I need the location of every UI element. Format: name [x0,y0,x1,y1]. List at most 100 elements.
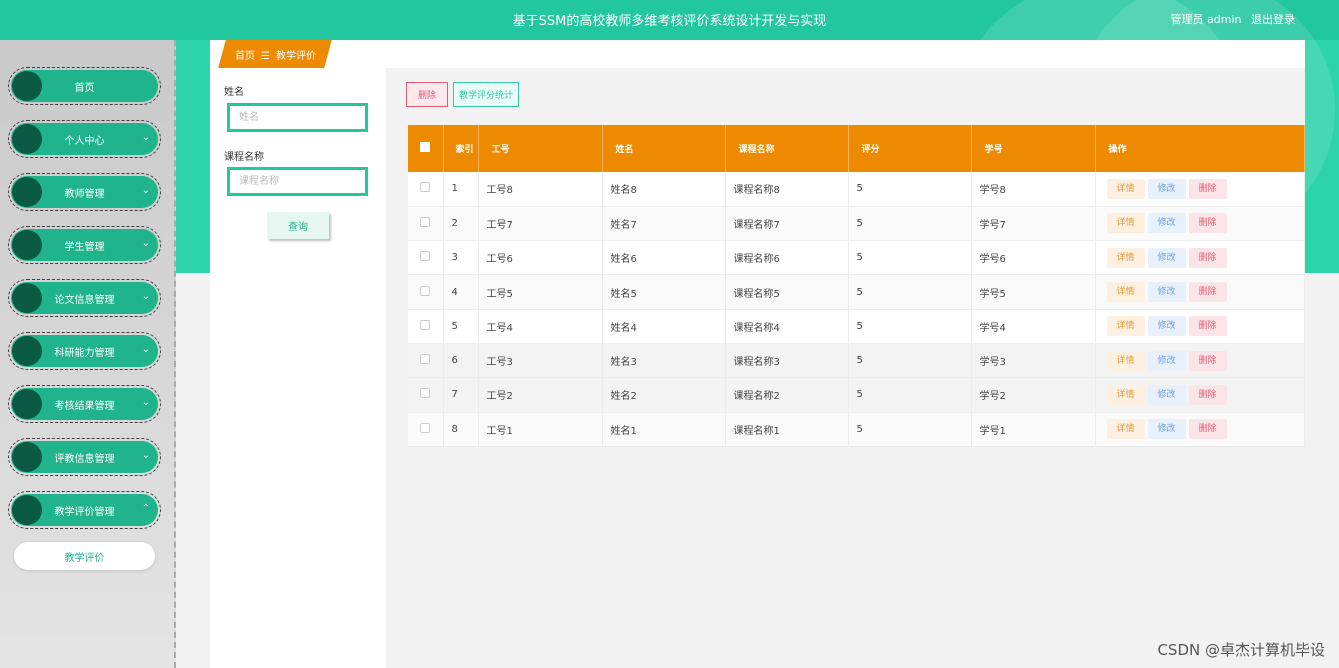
sidebar-item-label: 论文信息管理 [54,294,115,306]
delete-button[interactable]: 删除 [1188,282,1227,303]
search-panel: 姓名 课程名称 查询 [210,68,386,668]
breadcrumb-text: 首页 ☰ 教学评价 [235,47,316,62]
cell-job-no: 工号6 [478,240,603,276]
row-checkbox[interactable] [420,422,431,433]
edit-button[interactable]: 修改 [1147,282,1186,303]
cell-name: 姓名4 [602,309,726,344]
watermark: CSDN @卓杰计算机毕设 [1157,641,1325,659]
detail-button[interactable]: 详情 [1106,247,1145,268]
delete-button[interactable]: 删除 [1188,178,1227,199]
row-checkbox-cell[interactable] [408,274,444,310]
cell-score: 5 [848,206,972,242]
sidebar-subitem-teaching-evaluation[interactable]: 教学评价 [14,542,155,570]
row-checkbox-cell[interactable] [408,172,444,207]
sidebar-item-pill[interactable]: 首页 [11,70,158,102]
cell-index: 3 [443,240,479,276]
edit-button[interactable]: 修改 [1147,419,1186,440]
sidebar-item-pill[interactable]: 科研能力管理 ⌄ [11,335,158,367]
sidebar-item-7[interactable]: 评教信息管理 ⌄ [8,438,161,476]
cell-index: 7 [443,377,479,413]
sidebar-item-pill[interactable]: 教师管理 ⌄ [11,176,158,208]
sidebar-item-2[interactable]: 教师管理 ⌄ [8,173,161,211]
select-all-checkbox[interactable] [408,125,444,172]
detail-button[interactable]: 详情 [1106,419,1145,440]
sidebar-bullet-icon [12,124,42,154]
cell-actions: 详情 修改 删除 [1095,343,1305,379]
cell-score: 5 [848,274,972,310]
col-name: 姓名 [602,125,726,172]
row-checkbox[interactable] [420,182,431,193]
delete-button[interactable]: 删除 [1188,316,1227,337]
sidebar-item-label: 教学评价管理 [54,506,115,518]
cell-actions: 详情 修改 删除 [1095,309,1305,344]
edit-button[interactable]: 修改 [1147,350,1186,371]
cell-score: 5 [848,172,972,207]
detail-button[interactable]: 详情 [1106,282,1145,303]
cell-course: 课程名称8 [725,172,849,207]
batch-delete-button[interactable]: 删除 [406,82,448,107]
sidebar-item-pill[interactable]: 个人中心 ⌄ [11,123,158,155]
sidebar-item-5[interactable]: 科研能力管理 ⌄ [8,332,161,370]
detail-button[interactable]: 详情 [1106,350,1145,371]
detail-button[interactable]: 详情 [1106,384,1145,405]
sidebar-item-label: 教师管理 [64,188,105,200]
name-input[interactable] [227,103,368,132]
edit-button[interactable]: 修改 [1147,316,1186,337]
row-checkbox-cell[interactable] [408,309,444,344]
sidebar-item-pill[interactable]: 学生管理 ⌄ [11,229,158,261]
row-checkbox[interactable] [420,251,431,262]
edit-button[interactable]: 修改 [1147,384,1186,405]
sidebar-item-label: 学生管理 [64,241,105,253]
row-checkbox[interactable] [420,216,431,227]
edit-button[interactable]: 修改 [1147,178,1186,199]
sidebar-item-3[interactable]: 学生管理 ⌄ [8,226,161,264]
sidebar-item-pill[interactable]: 评教信息管理 ⌄ [11,441,158,473]
sidebar-item-pill[interactable]: 论文信息管理 ⌄ [11,282,158,314]
detail-button[interactable]: 详情 [1106,213,1145,234]
row-checkbox[interactable] [420,285,431,296]
delete-button[interactable]: 删除 [1188,384,1227,405]
search-button[interactable]: 查询 [267,212,329,239]
cell-student-no: 学号5 [971,274,1096,310]
breadcrumb-current: 教学评价 [275,51,316,62]
edit-button[interactable]: 修改 [1147,247,1186,268]
col-score: 评分 [848,125,972,172]
row-checkbox[interactable] [420,319,431,330]
sidebar-item-pill[interactable]: 考核结果管理 ⌄ [11,388,158,420]
cell-course: 课程名称6 [725,240,849,276]
sidebar-item-6[interactable]: 考核结果管理 ⌄ [8,385,161,423]
row-checkbox-cell[interactable] [408,377,444,413]
course-input[interactable] [227,167,368,196]
sidebar-item-0[interactable]: 首页 [8,67,161,105]
sidebar-item-pill[interactable]: 教学评价管理 ⌃ [11,494,158,526]
delete-button[interactable]: 删除 [1188,419,1227,440]
delete-button[interactable]: 删除 [1188,213,1227,234]
score-stats-button[interactable]: 教学评分统计 [453,82,519,107]
cell-course: 课程名称3 [725,343,849,379]
row-checkbox-cell[interactable] [408,240,444,276]
cell-job-no: 工号3 [478,343,603,379]
breadcrumb: 首页 ☰ 教学评价 [210,40,1305,68]
cell-score: 5 [848,377,972,413]
sidebar-item-8[interactable]: 教学评价管理 ⌃ [8,491,161,529]
cell-job-no: 工号8 [478,172,603,207]
cell-actions: 详情 修改 删除 [1095,274,1305,310]
row-checkbox-cell[interactable] [408,343,444,379]
breadcrumb-home[interactable]: 首页 [235,51,255,62]
checkbox-icon[interactable] [420,142,431,152]
detail-button[interactable]: 详情 [1106,178,1145,199]
cell-index: 4 [443,274,479,310]
row-checkbox[interactable] [420,354,431,365]
cell-index: 6 [443,343,479,379]
delete-button[interactable]: 删除 [1188,350,1227,371]
row-checkbox[interactable] [420,388,431,399]
row-checkbox-cell[interactable] [408,206,444,242]
sidebar-item-4[interactable]: 论文信息管理 ⌄ [8,279,161,317]
table-row: 4 工号5 姓名5 课程名称5 5 学号5 详情 修改 删除 [408,274,1305,310]
row-checkbox-cell[interactable] [408,412,444,447]
detail-button[interactable]: 详情 [1106,316,1145,337]
cell-name: 姓名2 [602,377,726,413]
delete-button[interactable]: 删除 [1188,247,1227,268]
edit-button[interactable]: 修改 [1147,213,1186,234]
sidebar-item-1[interactable]: 个人中心 ⌄ [8,120,161,158]
